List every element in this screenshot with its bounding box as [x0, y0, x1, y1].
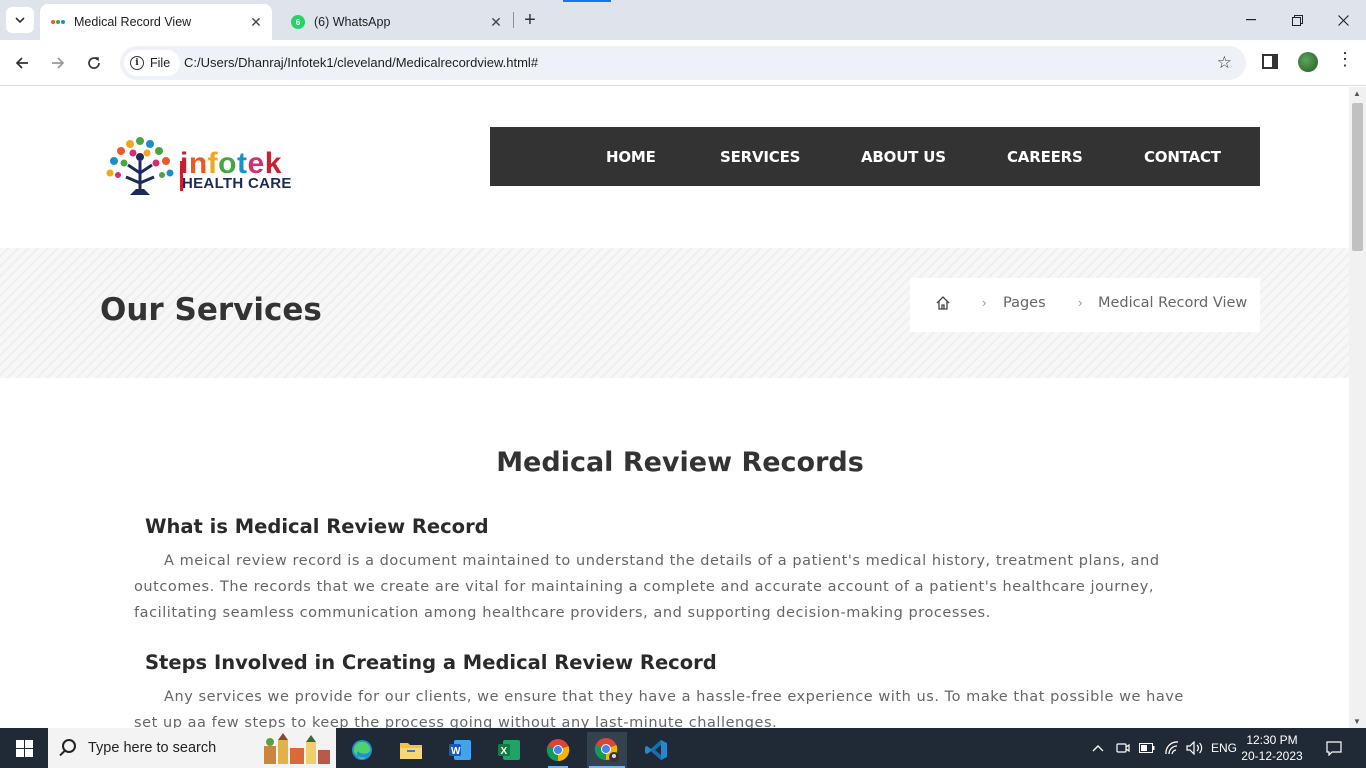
reload-icon	[88, 57, 100, 69]
content-title: Medical Review Records	[496, 447, 864, 478]
taskbar-chrome[interactable]	[538, 732, 578, 768]
taskbar-edge[interactable]	[342, 732, 382, 768]
whatsapp-icon: 6	[291, 15, 305, 29]
back-button[interactable]	[9, 50, 35, 76]
file-explorer-icon	[400, 743, 422, 759]
windows-taskbar: Type here to search W X ENG 12:30 PM 20-…	[0, 728, 1366, 768]
new-tab-button[interactable]: +	[518, 8, 542, 32]
restore-icon	[1291, 14, 1303, 26]
file-label: File	[150, 56, 171, 70]
minimize-button[interactable]	[1228, 0, 1274, 40]
tab-whatsapp[interactable]: 6 (6) WhatsApp ✕	[280, 4, 512, 40]
tab-medical-record-view[interactable]: Medical Record View ✕	[40, 4, 272, 40]
taskbar-word[interactable]: W	[440, 732, 480, 768]
search-icon	[62, 739, 76, 753]
system-clock[interactable]: 12:30 PM 20-12-2023	[1240, 732, 1304, 764]
chevron-right-icon: ›	[982, 295, 987, 310]
chrome-icon	[546, 739, 570, 762]
tab-search-button[interactable]	[6, 7, 34, 33]
close-window-button[interactable]	[1320, 0, 1366, 40]
close-tab-icon[interactable]: ✕	[246, 12, 266, 32]
site-logo[interactable]: infotek HEALTH CARE	[104, 133, 294, 199]
breadcrumb: › Pages › Medical Record View	[910, 278, 1260, 332]
wifi-icon[interactable]	[1161, 728, 1183, 768]
arrow-right-icon	[52, 57, 65, 69]
restore-button[interactable]	[1274, 0, 1320, 40]
start-button[interactable]	[0, 728, 48, 768]
tab-strip-highlight	[563, 0, 611, 2]
browser-menu-icon[interactable]: ⋮	[1336, 50, 1354, 68]
search-highlight-art-icon	[264, 733, 330, 764]
section-heading: Steps Involved in Creating a Medical Rev…	[145, 651, 717, 674]
taskbar-file-explorer[interactable]	[391, 732, 431, 768]
nav-contact[interactable]: CONTACT	[1144, 148, 1221, 166]
windows-logo-icon	[15, 739, 33, 757]
taskbar-vscode[interactable]	[636, 732, 676, 768]
volume-icon[interactable]	[1184, 728, 1206, 768]
edge-icon	[352, 740, 372, 760]
close-tab-icon[interactable]: ✕	[486, 12, 506, 32]
chevron-down-icon	[15, 17, 25, 23]
url-text[interactable]: C:/Users/Dhanraj/Infotek1/cleveland/Medi…	[184, 55, 538, 70]
excel-icon: X	[498, 740, 520, 760]
reload-button[interactable]	[81, 50, 107, 76]
profile-avatar[interactable]	[1298, 52, 1318, 72]
show-hidden-icons[interactable]	[1088, 728, 1108, 768]
nav-services[interactable]: SERVICES	[720, 148, 800, 166]
section-paragraph: Any services we provide for our clients,…	[134, 689, 1184, 728]
page-viewport: infotek HEALTH CARE HOME SERVICES ABOUT …	[0, 87, 1349, 728]
info-icon: i	[130, 56, 144, 70]
svg-text:X: X	[501, 746, 508, 757]
taskbar-chrome-profile[interactable]	[587, 732, 627, 768]
nav-about-us[interactable]: ABOUT US	[861, 148, 946, 166]
scroll-down-icon[interactable]: ▼	[1353, 717, 1361, 726]
vscode-icon	[645, 740, 667, 760]
site-info-chip[interactable]: i File	[124, 50, 181, 76]
section-heading: What is Medical Review Record	[145, 515, 489, 538]
taskbar-excel[interactable]: X	[489, 732, 529, 768]
address-bar[interactable]: i File C:/Users/Dhanraj/Infotek1/clevela…	[120, 46, 1246, 80]
breadcrumb-current: Medical Record View	[1098, 295, 1248, 311]
taskbar-search[interactable]: Type here to search	[48, 728, 336, 768]
search-placeholder: Type here to search	[88, 740, 217, 756]
battery-icon[interactable]	[1137, 728, 1157, 768]
svg-text:W: W	[451, 746, 461, 757]
page-banner: Our Services › Pages › Medical Record Vi…	[0, 248, 1349, 378]
nav-home[interactable]: HOME	[606, 148, 656, 166]
home-icon[interactable]	[935, 295, 951, 311]
browser-tab-bar: Medical Record View ✕ 6 (6) WhatsApp ✕ +	[0, 0, 1366, 40]
scrollbar-thumb[interactable]	[1352, 103, 1363, 251]
chevron-up-icon	[1092, 745, 1104, 752]
side-panel-icon[interactable]	[1262, 54, 1278, 69]
clock-date: 20-12-2023	[1241, 749, 1303, 763]
minimize-icon	[1246, 19, 1256, 21]
breadcrumb-pages[interactable]: Pages	[1003, 295, 1046, 311]
forward-button[interactable]	[45, 50, 71, 76]
scroll-up-icon[interactable]: ▲	[1353, 89, 1361, 98]
section-paragraph: A meical review record is a document mai…	[134, 553, 1160, 621]
close-icon	[1337, 14, 1349, 26]
notifications-button[interactable]	[1320, 728, 1348, 768]
chrome-profile-icon	[594, 738, 619, 762]
bookmark-star-icon[interactable]: ☆	[1217, 53, 1232, 73]
arrow-left-icon	[15, 57, 28, 69]
tab-separator	[513, 12, 514, 28]
banner-title: Our Services	[100, 292, 322, 328]
main-navigation: HOME SERVICES ABOUT US CAREERS CONTACT	[490, 127, 1260, 186]
tab-title: (6) WhatsApp	[314, 15, 391, 29]
tab-title: Medical Record View	[74, 15, 192, 29]
tree-logo-icon	[106, 137, 174, 195]
language-indicator[interactable]: ENG	[1208, 728, 1240, 768]
chevron-right-icon: ›	[1078, 295, 1083, 310]
word-icon: W	[449, 740, 471, 760]
page-scrollbar[interactable]: ▲ ▼	[1349, 87, 1366, 728]
meet-now-icon[interactable]	[1113, 728, 1133, 768]
clock-time: 12:30 PM	[1246, 733, 1298, 747]
notification-icon	[1326, 740, 1342, 756]
nav-careers[interactable]: CAREERS	[1007, 148, 1083, 166]
page-favicon-icon	[50, 14, 66, 30]
logo-subtitle: HEALTH CARE	[182, 175, 292, 192]
browser-toolbar: i File C:/Users/Dhanraj/Infotek1/clevela…	[0, 40, 1366, 86]
